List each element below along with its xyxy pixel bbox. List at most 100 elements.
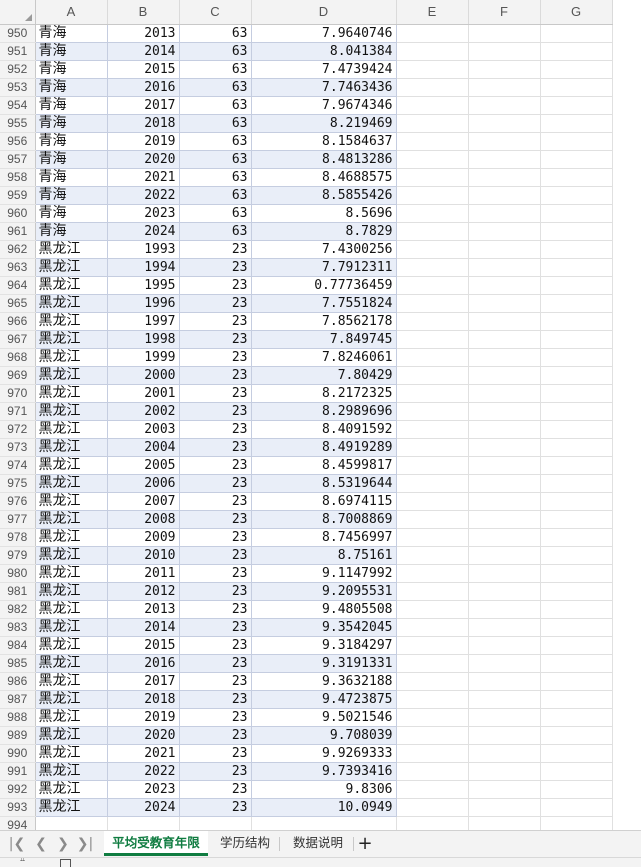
- cell-year[interactable]: 1995: [107, 276, 180, 295]
- cell-year[interactable]: 2004: [107, 438, 180, 457]
- cell-year[interactable]: 1994: [107, 258, 180, 277]
- row-number[interactable]: 955: [0, 114, 36, 133]
- cell-province[interactable]: 青海: [35, 78, 108, 97]
- cell-empty[interactable]: [540, 294, 613, 313]
- row-number[interactable]: 994: [0, 816, 36, 830]
- cell-province[interactable]: 黑龙江: [35, 348, 108, 367]
- cell-code[interactable]: 63: [179, 60, 252, 79]
- cell-empty[interactable]: [540, 780, 613, 799]
- cell-code[interactable]: 23: [179, 708, 252, 727]
- cell-value[interactable]: 8.7829: [251, 222, 397, 241]
- cell-empty[interactable]: [540, 510, 613, 529]
- cell-province[interactable]: 黑龙江: [35, 456, 108, 475]
- row-number[interactable]: 965: [0, 294, 36, 313]
- cell-year[interactable]: 2007: [107, 492, 180, 511]
- cell-empty[interactable]: [396, 24, 469, 43]
- cell-province[interactable]: 黑龙江: [35, 312, 108, 331]
- cell-empty[interactable]: [396, 492, 469, 511]
- cell-empty[interactable]: [540, 186, 613, 205]
- cell-province[interactable]: 黑龙江: [35, 744, 108, 763]
- cell-value[interactable]: 10.0949: [251, 798, 397, 817]
- cell-empty[interactable]: [540, 402, 613, 421]
- cell-province[interactable]: 黑龙江: [35, 654, 108, 673]
- cell-empty[interactable]: [540, 690, 613, 709]
- cell-empty[interactable]: [396, 258, 469, 277]
- column-header-b[interactable]: B: [107, 0, 180, 25]
- cell-value[interactable]: 8.4599817: [251, 456, 397, 475]
- cell-empty[interactable]: [468, 438, 541, 457]
- cell-empty[interactable]: [396, 150, 469, 169]
- cell-value[interactable]: 8.6974115: [251, 492, 397, 511]
- cell-empty[interactable]: [396, 204, 469, 223]
- cell-empty[interactable]: [468, 348, 541, 367]
- cell-province[interactable]: 青海: [35, 168, 108, 187]
- cell-province[interactable]: 黑龙江: [35, 780, 108, 799]
- cell-value[interactable]: 7.80429: [251, 366, 397, 385]
- cell-province[interactable]: 黑龙江: [35, 258, 108, 277]
- cell-province[interactable]: 青海: [35, 150, 108, 169]
- add-sheet-button[interactable]: +: [355, 832, 375, 856]
- cell-value[interactable]: 7.9674346: [251, 96, 397, 115]
- cell-empty[interactable]: [396, 348, 469, 367]
- cell-code[interactable]: 23: [179, 474, 252, 493]
- cell-empty[interactable]: [540, 654, 613, 673]
- cell-empty[interactable]: [468, 564, 541, 583]
- cell-empty[interactable]: [396, 96, 469, 115]
- cell-empty[interactable]: [468, 546, 541, 565]
- row-number[interactable]: 978: [0, 528, 36, 547]
- cell-province[interactable]: 黑龙江: [35, 582, 108, 601]
- cell-empty[interactable]: [540, 96, 613, 115]
- cell-province[interactable]: 青海: [35, 132, 108, 151]
- cell-value[interactable]: 9.708039: [251, 726, 397, 745]
- cell-empty[interactable]: [396, 672, 469, 691]
- cell-code[interactable]: 63: [179, 24, 252, 43]
- row-number[interactable]: 953: [0, 78, 36, 97]
- cell-empty[interactable]: [540, 672, 613, 691]
- cell-empty[interactable]: [396, 60, 469, 79]
- cell-year[interactable]: 1997: [107, 312, 180, 331]
- cell-province[interactable]: 青海: [35, 222, 108, 241]
- cell-code[interactable]: 63: [179, 222, 252, 241]
- cell-province[interactable]: 青海: [35, 60, 108, 79]
- cell-empty[interactable]: [396, 582, 469, 601]
- cell-empty[interactable]: [540, 420, 613, 439]
- cell-code[interactable]: 23: [179, 654, 252, 673]
- cell-empty[interactable]: [396, 132, 469, 151]
- cell-empty[interactable]: [468, 294, 541, 313]
- cell-empty[interactable]: [540, 132, 613, 151]
- cell-value[interactable]: 9.9269333: [251, 744, 397, 763]
- cell-empty[interactable]: [468, 456, 541, 475]
- cell-empty[interactable]: [468, 528, 541, 547]
- cell-empty[interactable]: [396, 168, 469, 187]
- cell-province[interactable]: 黑龙江: [35, 726, 108, 745]
- cell-empty[interactable]: [540, 78, 613, 97]
- row-number[interactable]: 967: [0, 330, 36, 349]
- cell-empty[interactable]: [468, 96, 541, 115]
- cell-province[interactable]: 黑龙江: [35, 384, 108, 403]
- cell-value[interactable]: 9.8306: [251, 780, 397, 799]
- prev-sheet-icon[interactable]: ❮: [32, 835, 50, 853]
- cell-code[interactable]: 23: [179, 528, 252, 547]
- cell-code[interactable]: 63: [179, 168, 252, 187]
- cell-empty[interactable]: [540, 330, 613, 349]
- cell-value[interactable]: 7.4300256: [251, 240, 397, 259]
- cell-value[interactable]: 9.4723875: [251, 690, 397, 709]
- select-all-corner[interactable]: [0, 0, 36, 25]
- cell-empty[interactable]: [468, 636, 541, 655]
- cell-code[interactable]: 63: [179, 42, 252, 61]
- cell-empty[interactable]: [396, 294, 469, 313]
- cell-value[interactable]: 8.7456997: [251, 528, 397, 547]
- cell-year[interactable]: [107, 816, 180, 830]
- cell-province[interactable]: 黑龙江: [35, 330, 108, 349]
- cell-year[interactable]: 2015: [107, 60, 180, 79]
- tab-data-notes[interactable]: 数据说明: [284, 831, 352, 856]
- cell-empty[interactable]: [468, 204, 541, 223]
- cell-year[interactable]: 2009: [107, 528, 180, 547]
- cell-empty[interactable]: [468, 600, 541, 619]
- cell-empty[interactable]: [540, 312, 613, 331]
- cell-empty[interactable]: [468, 60, 541, 79]
- cell-empty[interactable]: [540, 492, 613, 511]
- row-number[interactable]: 991: [0, 762, 36, 781]
- cell-empty[interactable]: [396, 438, 469, 457]
- cell-empty[interactable]: [468, 312, 541, 331]
